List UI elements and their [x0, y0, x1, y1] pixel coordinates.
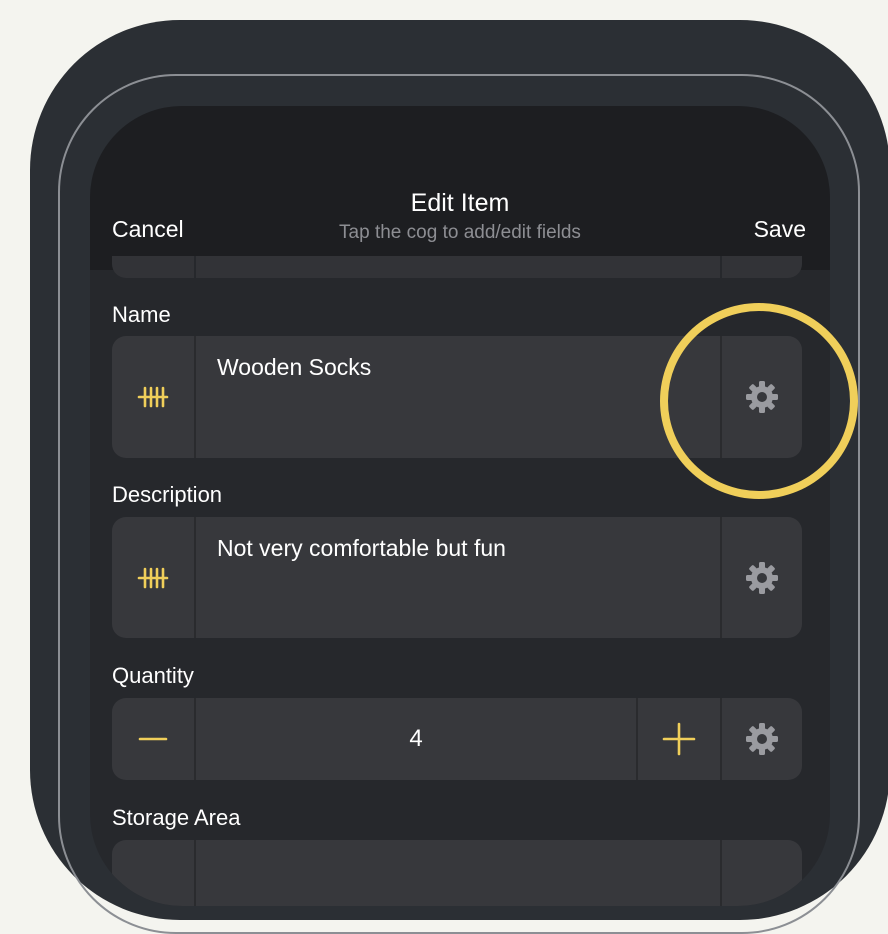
- description-field-card: Not very comfortable but fun: [112, 517, 802, 638]
- tally-marks-icon: [112, 336, 194, 458]
- save-button[interactable]: Save: [754, 216, 806, 243]
- gear-icon[interactable]: [722, 698, 802, 780]
- name-input[interactable]: Wooden Socks: [217, 354, 371, 381]
- phone-screen: Cancel Edit Item Tap the cog to add/edit…: [90, 106, 830, 906]
- page-title: Edit Item: [410, 189, 510, 217]
- plus-icon[interactable]: [638, 698, 720, 780]
- storage-area-field-label: Storage Area: [112, 805, 241, 830]
- gear-icon[interactable]: [722, 517, 802, 638]
- navigation-bar: Cancel Edit Item Tap the cog to add/edit…: [90, 106, 830, 270]
- previous-field-card: [112, 256, 802, 278]
- description-input[interactable]: Not very comfortable but fun: [217, 535, 506, 562]
- tally-marks-icon: [112, 517, 194, 638]
- description-field-label: Description: [112, 482, 223, 507]
- page-subtitle: Tap the cog to add/edit fields: [339, 222, 581, 243]
- storage-area-field-card: [112, 840, 802, 906]
- minus-icon[interactable]: [112, 698, 194, 780]
- highlight-circle: [660, 303, 858, 499]
- quantity-field-label: Quantity: [112, 663, 194, 688]
- quantity-field-card: 4: [112, 698, 802, 780]
- quantity-stepper[interactable]: 4: [196, 698, 636, 780]
- title-block: Edit Item Tap the cog to add/edit fields: [90, 189, 830, 244]
- name-field-label: Name: [112, 302, 171, 327]
